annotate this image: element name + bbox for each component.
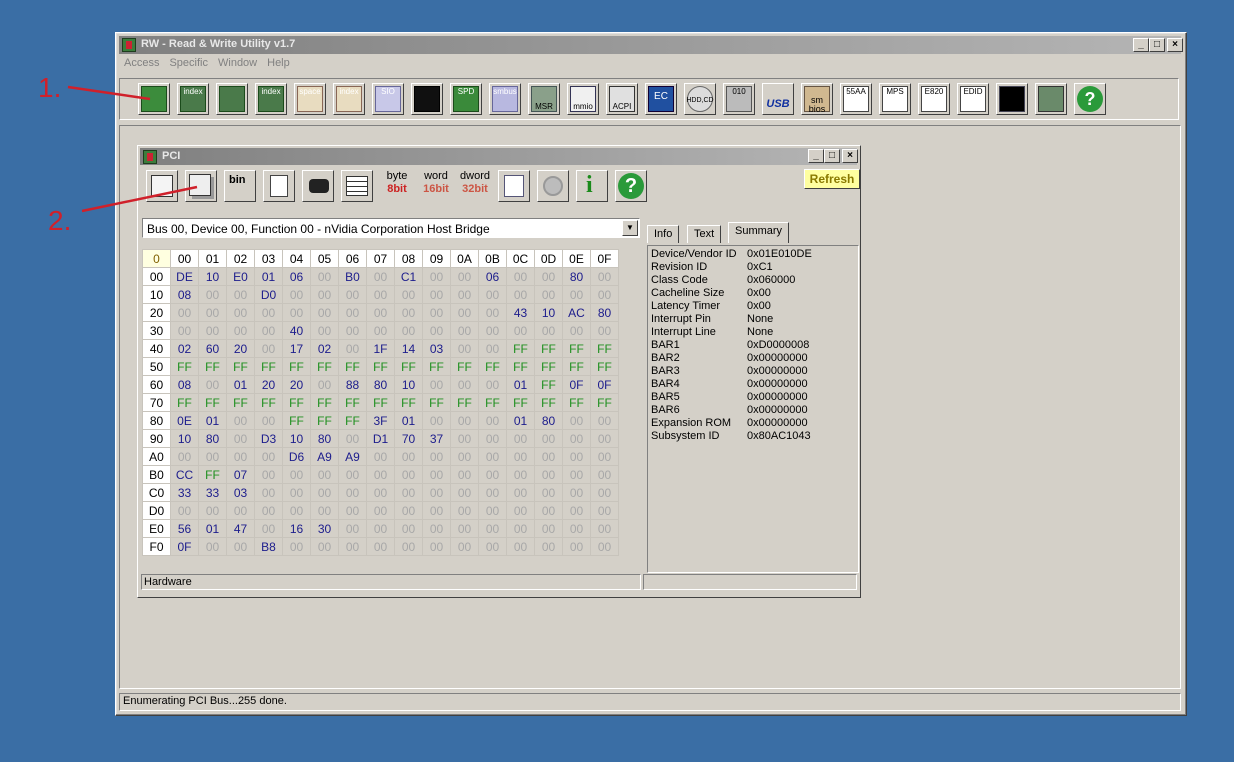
arrow-two bbox=[81, 185, 198, 213]
arrow-one bbox=[67, 85, 151, 101]
annotation-arrows bbox=[67, 85, 198, 213]
